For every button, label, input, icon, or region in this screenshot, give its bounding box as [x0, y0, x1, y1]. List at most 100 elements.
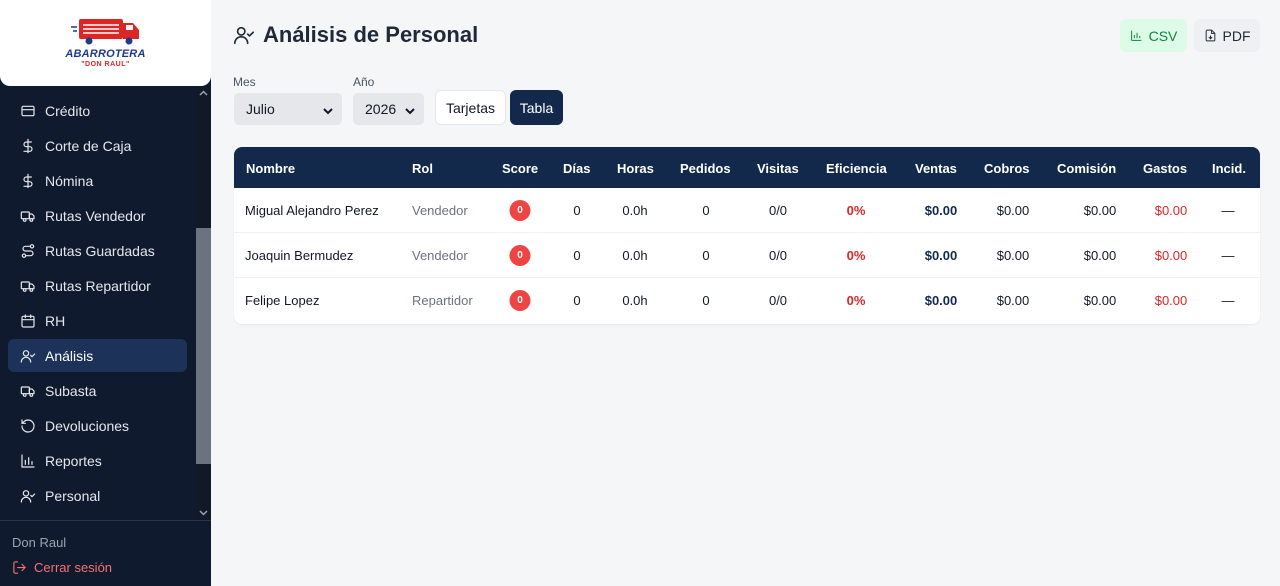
- column-header[interactable]: Horas: [617, 161, 654, 176]
- cell-horas: 0.0h: [622, 293, 648, 308]
- dollar-icon: [20, 173, 36, 189]
- bar-chart-icon: [20, 453, 36, 469]
- logout-label: Cerrar sesión: [34, 560, 113, 575]
- sidebar-item-label: Rutas Repartidor: [45, 277, 151, 294]
- column-header[interactable]: Rol: [412, 161, 433, 176]
- column-header[interactable]: Gastos: [1143, 161, 1187, 176]
- column-header[interactable]: Score: [502, 161, 538, 176]
- sidebar-item-rh[interactable]: RH: [8, 304, 187, 337]
- scroll-up-icon[interactable]: [198, 88, 209, 98]
- credit-card-icon: [20, 103, 36, 119]
- cell-horas: 0.0h: [622, 248, 648, 263]
- sidebar-item-devoluciones[interactable]: Devoluciones: [8, 409, 187, 442]
- cell-gastos: $0.00: [1154, 293, 1188, 308]
- year-value: 2026: [365, 101, 397, 117]
- sidebar-item-label: Análisis: [45, 347, 94, 364]
- sidebar-item-reportes[interactable]: Reportes: [8, 444, 187, 477]
- cell-rol: Vendedor: [412, 248, 468, 263]
- cell-comision: $0.00: [1083, 203, 1117, 218]
- sidebar-item-label: RH: [45, 312, 66, 329]
- cell-dias: 0: [573, 203, 581, 218]
- bar-chart-icon: [1130, 30, 1141, 41]
- table-header: Nombre Rol Score Días Horas Pedidos Visi…: [234, 147, 1260, 188]
- chevron-down-icon: [323, 103, 333, 115]
- cell-comision: $0.00: [1083, 293, 1117, 308]
- sidebar-item-subasta[interactable]: Subasta: [8, 374, 187, 407]
- sidebar-item-label: Nómina: [45, 172, 94, 189]
- table-row[interactable]: Joaquin Bermudez Vendedor 0 0 0.0h 0 0/0…: [234, 233, 1260, 278]
- sidebar-item-personal[interactable]: Personal: [8, 479, 187, 512]
- cell-cobros: $0.00: [996, 203, 1030, 218]
- view-table-button[interactable]: Tabla: [510, 90, 563, 125]
- cell-pedidos: 0: [702, 248, 710, 263]
- score-badge: 0: [509, 200, 531, 221]
- sidebar: ABARROTERA "DON RAUL" Crédito Corte de C…: [0, 0, 211, 586]
- page-title: Análisis de Personal: [263, 22, 479, 47]
- sidebar-item-label: Crédito: [45, 102, 91, 119]
- sidebar-item-label: Rutas Guardadas: [45, 242, 155, 259]
- sidebar-item-rutas-repartidor[interactable]: Rutas Repartidor: [8, 269, 187, 302]
- column-header[interactable]: Incid.: [1212, 161, 1246, 176]
- calendar-icon: [20, 313, 36, 329]
- score-badge: 0: [509, 290, 531, 311]
- sidebar-nav: Crédito Corte de Caja Nómina Rutas Vende…: [0, 94, 195, 514]
- logout-button[interactable]: Cerrar sesión: [12, 560, 112, 575]
- column-header[interactable]: Pedidos: [680, 161, 731, 176]
- column-header[interactable]: Días: [563, 161, 590, 176]
- export-csv-button[interactable]: CSV: [1120, 19, 1187, 52]
- cell-pedidos: 0: [702, 293, 710, 308]
- column-header[interactable]: Nombre: [246, 161, 295, 176]
- sidebar-item-label: Rutas Vendedor: [45, 207, 146, 224]
- cell-incid: —: [1221, 293, 1235, 308]
- cell-nombre: Migual Alejandro Perez: [245, 203, 379, 218]
- cell-eficiencia: 0%: [846, 293, 866, 308]
- cell-ventas: $0.00: [924, 248, 958, 263]
- cell-ventas: $0.00: [924, 203, 958, 218]
- brand-name: ABARROTERA: [65, 48, 146, 60]
- sidebar-item-label: Personal: [45, 487, 101, 504]
- truck-icon: [20, 208, 36, 224]
- score-badge: 0: [509, 245, 531, 266]
- truck-icon: [20, 278, 36, 294]
- cell-dias: 0: [573, 293, 581, 308]
- truck-logo-icon: [70, 19, 139, 45]
- personnel-table: Nombre Rol Score Días Horas Pedidos Visi…: [234, 147, 1260, 324]
- cell-rol: Repartidor: [412, 293, 473, 308]
- sidebar-footer: Don Raul Cerrar sesión: [0, 520, 211, 586]
- sidebar-scroll-thumb[interactable]: [196, 228, 211, 464]
- column-header[interactable]: Visitas: [757, 161, 799, 176]
- rotate-ccw-icon: [20, 418, 36, 434]
- pdf-label: PDF: [1222, 27, 1251, 44]
- csv-label: CSV: [1148, 27, 1178, 44]
- sidebar-item-nomina[interactable]: Nómina: [8, 164, 187, 197]
- brand-logo[interactable]: ABARROTERA "DON RAUL": [0, 0, 211, 86]
- sidebar-item-analisis[interactable]: Análisis: [8, 339, 187, 372]
- sidebar-item-credito[interactable]: Crédito: [8, 94, 187, 127]
- scroll-down-icon[interactable]: [198, 508, 209, 518]
- column-header[interactable]: Comisión: [1057, 161, 1116, 176]
- sidebar-item-corte-de-caja[interactable]: Corte de Caja: [8, 129, 187, 162]
- sidebar-item-rutas-vendedor[interactable]: Rutas Vendedor: [8, 199, 187, 232]
- month-select[interactable]: Julio: [234, 93, 342, 125]
- table-row[interactable]: Migual Alejandro Perez Vendedor 0 0 0.0h…: [234, 188, 1260, 233]
- chevron-down-icon: [405, 103, 415, 115]
- column-header[interactable]: Cobros: [984, 161, 1030, 176]
- table-row[interactable]: Felipe Lopez Repartidor 0 0 0.0h 0 0/0 0…: [234, 278, 1260, 323]
- cell-eficiencia: 0%: [846, 203, 866, 218]
- cell-nombre: Joaquin Bermudez: [245, 248, 354, 263]
- sidebar-item-label: Subasta: [45, 382, 97, 399]
- truck-icon: [20, 383, 36, 399]
- cell-ventas: $0.00: [924, 293, 958, 308]
- export-pdf-button[interactable]: PDF: [1194, 19, 1260, 52]
- sidebar-item-rutas-guardadas[interactable]: Rutas Guardadas: [8, 234, 187, 267]
- cell-visitas: 0/0: [768, 248, 788, 263]
- cell-incid: —: [1221, 248, 1235, 263]
- column-header[interactable]: Ventas: [915, 161, 957, 176]
- view-cards-button[interactable]: Tarjetas: [435, 90, 506, 125]
- user-check-icon: [20, 348, 36, 364]
- cell-cobros: $0.00: [996, 293, 1030, 308]
- cell-horas: 0.0h: [622, 203, 648, 218]
- year-select[interactable]: 2026: [353, 93, 424, 125]
- cell-eficiencia: 0%: [846, 248, 866, 263]
- column-header[interactable]: Eficiencia: [826, 161, 887, 176]
